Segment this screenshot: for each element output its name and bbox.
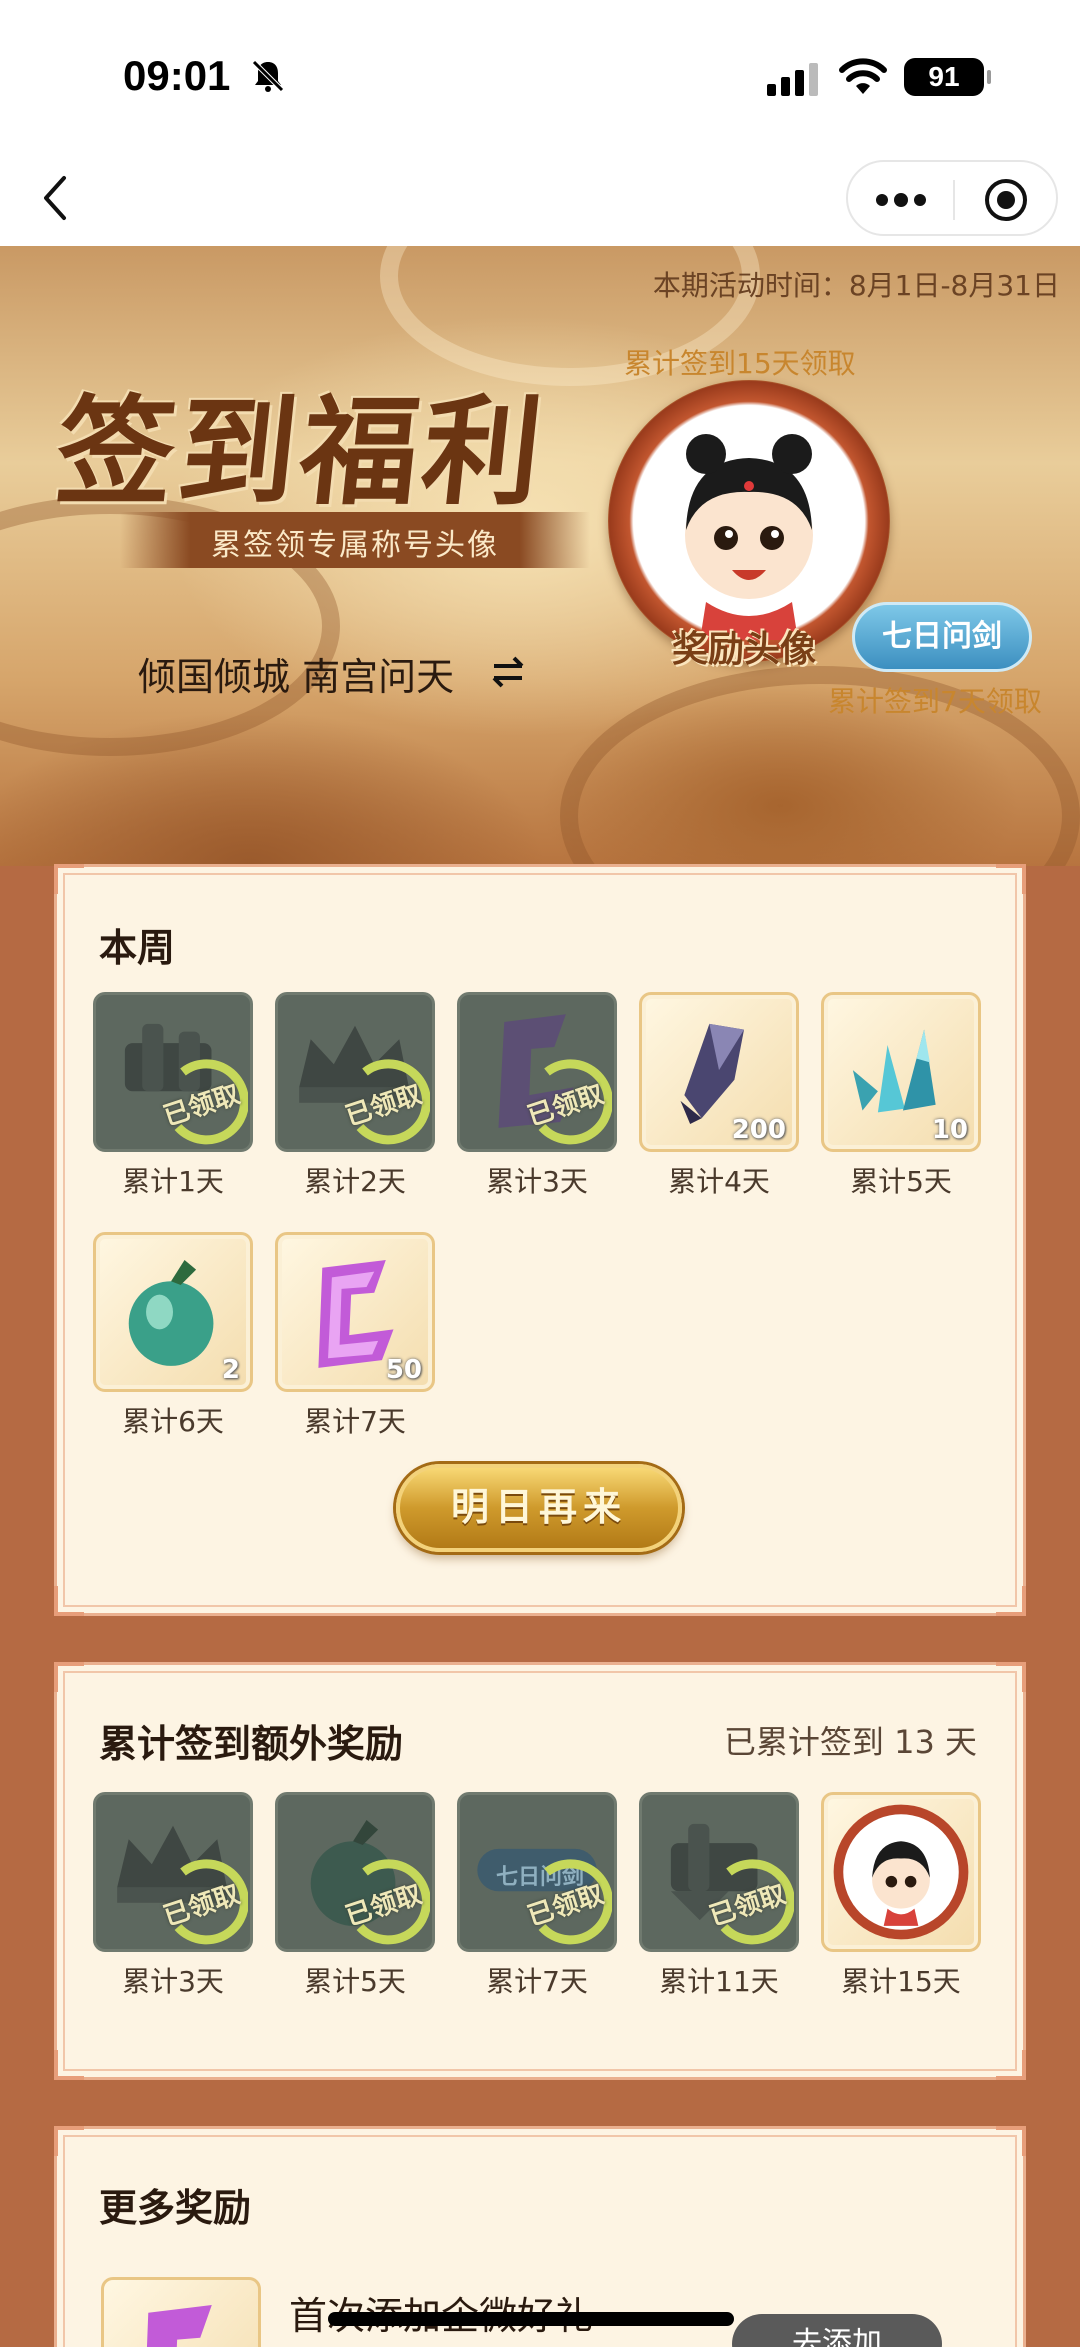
reward-quantity: 2 — [221, 1355, 240, 1385]
reward-day-label: 累计15天 — [841, 1965, 961, 1998]
corner-ornament — [996, 2050, 1026, 2080]
reward-day-label: 累计5天 — [304, 1965, 406, 1998]
reward-day-3[interactable]: 已领取 — [457, 992, 617, 1152]
reward-day-6[interactable]: 2 — [93, 1232, 253, 1392]
avatar-icon — [833, 1804, 969, 1940]
reward-day-7[interactable]: 50 — [275, 1232, 435, 1392]
corner-ornament — [996, 2126, 1026, 2156]
corner-ornament — [54, 864, 84, 894]
cumulative-reward-7[interactable]: 七日问剑 已领取 — [457, 1792, 617, 1952]
add-wecom-button[interactable]: 去添加 — [732, 2314, 942, 2347]
cumulative-card-title: 累计签到额外奖励 — [99, 1722, 404, 1766]
title-badge[interactable]: 七日问剑 — [852, 602, 1032, 672]
corner-ornament — [54, 2126, 84, 2156]
reward-day-label: 累计6天 — [122, 1405, 224, 1438]
reward-quantity: 200 — [731, 1115, 786, 1145]
reward-quantity: 10 — [931, 1115, 968, 1145]
miniprogram-capsule — [846, 160, 1058, 236]
reward-day-label: 累计4天 — [668, 1165, 770, 1198]
cumulative-reward-3[interactable]: 已领取 — [93, 1792, 253, 1952]
page-subtitle: 累签领专属称号头像 — [211, 528, 499, 563]
weekly-card-title: 本周 — [99, 926, 176, 970]
more-rewards-title: 更多奖励 — [99, 2186, 252, 2230]
more-reward-item-icon — [101, 2277, 261, 2347]
reward-day-label: 累计7天 — [304, 1405, 406, 1438]
account-name[interactable]: 倾国倾城 南宫问天 — [138, 646, 454, 701]
battery-indicator: 91 — [904, 58, 991, 96]
switch-account-icon[interactable] — [490, 654, 526, 690]
status-time: 09:01 — [123, 52, 231, 99]
wifi-icon — [839, 58, 887, 94]
purple-token-icon — [146, 2305, 212, 2347]
corner-ornament — [54, 1586, 84, 1616]
reward-day-label: 累计2天 — [304, 1165, 406, 1198]
reward-quantity: 50 — [385, 1355, 422, 1385]
cumulative-reward-11[interactable]: 已领取 — [639, 1792, 799, 1952]
cumulative-reward-5[interactable]: 已领取 — [275, 1792, 435, 1952]
reward-day-5[interactable]: 10 — [821, 992, 981, 1152]
corner-ornament — [996, 1586, 1026, 1616]
title-reward-tip: 累计签到7天领取 — [828, 685, 1042, 718]
bell-muted-icon — [252, 60, 284, 92]
cumulative-reward-15[interactable] — [821, 1792, 981, 1952]
hero-banner: 本期活动时间：8月1日-8月31日 签到福利 累签领专属称号头像 倾国倾城 南宫… — [0, 246, 1080, 866]
reward-day-label: 累计3天 — [486, 1165, 588, 1198]
status-bar: 09:01 91 — [0, 0, 1080, 150]
corner-ornament — [996, 1662, 1026, 1692]
capsule-divider — [953, 180, 955, 220]
come-back-tomorrow-button[interactable]: 明日再来 — [396, 1464, 682, 1552]
reward-day-label: 累计5天 — [850, 1165, 952, 1198]
reward-day-label: 累计3天 — [122, 1965, 224, 1998]
more-dots-icon[interactable] — [872, 182, 930, 218]
cellular-signal-icon — [767, 63, 818, 96]
avatar-label: 奖励头像 — [672, 628, 817, 670]
corner-ornament — [996, 864, 1026, 894]
corner-ornament — [54, 1662, 84, 1692]
reward-day-label: 累计7天 — [486, 1965, 588, 1998]
reward-day-2[interactable]: 已领取 — [275, 992, 435, 1152]
cumulative-count: 已累计签到 13 天 — [723, 1723, 977, 1761]
reward-day-label: 累计1天 — [122, 1165, 224, 1198]
activity-period: 本期活动时间：8月1日-8月31日 — [652, 269, 1060, 302]
reward-day-1[interactable]: 已领取 — [93, 992, 253, 1152]
home-indicator[interactable] — [328, 2312, 734, 2326]
close-target-icon[interactable] — [982, 176, 1030, 224]
reward-day-label: 累计11天 — [659, 1965, 779, 1998]
avatar-reward-tip: 累计签到15天领取 — [624, 347, 856, 380]
back-arrow-icon[interactable] — [36, 170, 76, 226]
reward-day-4[interactable]: 200 — [639, 992, 799, 1152]
page-title: 签到福利 — [49, 382, 553, 521]
nav-bar — [0, 150, 1080, 246]
corner-ornament — [54, 2050, 84, 2080]
